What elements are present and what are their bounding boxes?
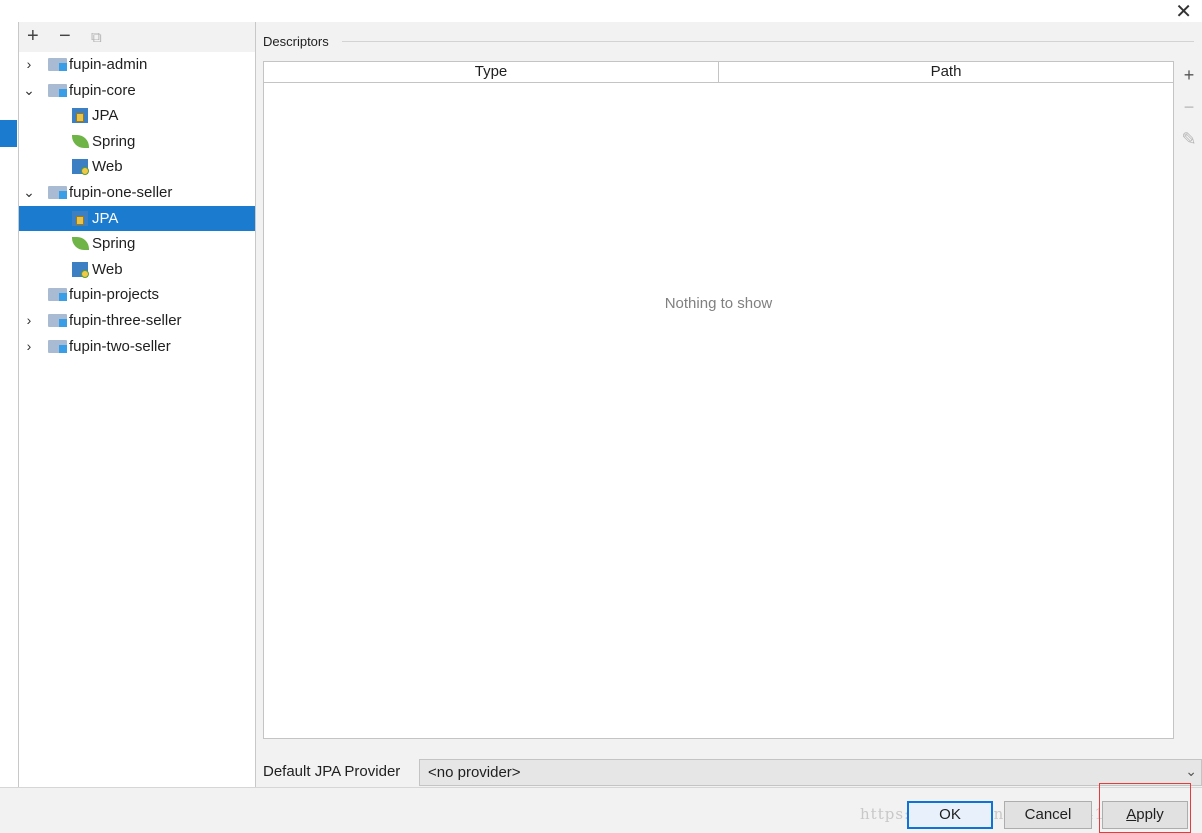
facets-tree-panel: + − ⧉ › fupin-admin ⌄ fupin-core JPA Spring We… <box>19 22 256 787</box>
empty-state-text: Nothing to show <box>664 295 773 312</box>
module-icon <box>48 288 67 301</box>
table-header: Type Path <box>264 62 1173 83</box>
add-icon[interactable]: + <box>27 25 39 47</box>
descriptor-toolbar: + − ✎ <box>1174 61 1202 739</box>
tree-item-label: Web <box>92 158 123 175</box>
left-category-strip <box>0 22 19 787</box>
module-icon <box>48 186 67 199</box>
apply-highlight-box <box>1099 783 1191 833</box>
column-header-type[interactable]: Type <box>264 62 719 82</box>
expand-arrow-icon[interactable]: ⌄ <box>22 180 36 205</box>
module-icon <box>48 340 67 353</box>
jpa-icon <box>72 211 88 226</box>
tree-item-label: JPA <box>92 107 119 124</box>
tree-item-label: fupin-one-seller <box>69 184 173 201</box>
add-descriptor-icon[interactable]: + <box>1180 65 1198 86</box>
tree-item-jpa[interactable]: JPA <box>19 103 255 128</box>
spring-icon <box>72 237 89 250</box>
tree-item-label: JPA <box>92 210 119 227</box>
tree-item-jpa[interactable]: JPA <box>19 206 255 231</box>
tree-item-label: fupin-two-seller <box>69 338 171 355</box>
tree-item-label: fupin-core <box>69 82 136 99</box>
tree-toolbar: + − ⧉ <box>19 22 255 52</box>
ok-button[interactable]: OK <box>907 801 993 829</box>
collapse-arrow-icon[interactable]: › <box>22 334 36 359</box>
group-divider <box>342 41 1194 42</box>
dialog-button-bar: https://blog.csdn.net/qq_34101023 OK Can… <box>0 787 1202 833</box>
tree-item-web[interactable]: Web <box>19 154 255 179</box>
tree-item-label: fupin-projects <box>69 286 160 303</box>
collapse-arrow-icon[interactable]: › <box>22 52 36 77</box>
tree-item-label: fupin-three-seller <box>69 312 182 329</box>
module-icon <box>48 58 67 71</box>
provider-label: Default JPA Provider <box>263 763 401 780</box>
chevron-down-icon: ⌄ <box>1185 763 1197 779</box>
tree-item-fupin-core[interactable]: ⌄ fupin-core <box>19 78 255 103</box>
cancel-button[interactable]: Cancel <box>1004 801 1092 829</box>
title-bar: ✕ <box>0 0 1202 24</box>
tree-item-fupin-admin[interactable]: › fupin-admin <box>19 52 255 77</box>
category-selection-marker[interactable] <box>0 120 17 147</box>
remove-descriptor-icon[interactable]: − <box>1180 97 1198 118</box>
tree-item-spring[interactable]: Spring <box>19 129 255 154</box>
provider-value: <no provider> <box>428 764 521 781</box>
edit-descriptor-icon[interactable]: ✎ <box>1180 129 1198 150</box>
tree-item-fupin-one-seller[interactable]: ⌄ fupin-one-seller <box>19 180 255 205</box>
collapse-arrow-icon[interactable]: › <box>22 308 36 333</box>
tree-item-label: fupin-admin <box>69 56 148 73</box>
tree-item-spring[interactable]: Spring <box>19 231 255 256</box>
copy-icon[interactable]: ⧉ <box>91 27 102 49</box>
spring-icon <box>72 135 89 148</box>
expand-arrow-icon[interactable]: ⌄ <box>22 78 36 103</box>
jpa-icon <box>72 108 88 123</box>
remove-icon[interactable]: − <box>59 25 71 47</box>
close-icon[interactable]: ✕ <box>1175 0 1192 24</box>
tree-item-label: Spring <box>92 133 136 150</box>
descriptors-group-title: Descriptors <box>263 34 335 49</box>
web-icon <box>72 159 89 175</box>
module-icon <box>48 314 67 327</box>
provider-select[interactable]: <no provider> ⌄ <box>419 759 1202 786</box>
module-icon <box>48 84 67 97</box>
tree-item-fupin-three-seller[interactable]: › fupin-three-seller <box>19 308 255 333</box>
tree-item-label: Web <box>92 261 123 278</box>
web-icon <box>72 262 89 278</box>
tree-item-label: Spring <box>92 235 136 252</box>
tree-item-fupin-two-seller[interactable]: › fupin-two-seller <box>19 334 255 359</box>
descriptors-table[interactable]: Type Path Nothing to show <box>263 61 1174 739</box>
tree-item-web[interactable]: Web <box>19 257 255 282</box>
column-header-path[interactable]: Path <box>719 62 1173 82</box>
tree-item-fupin-projects[interactable]: fupin-projects <box>19 282 255 307</box>
